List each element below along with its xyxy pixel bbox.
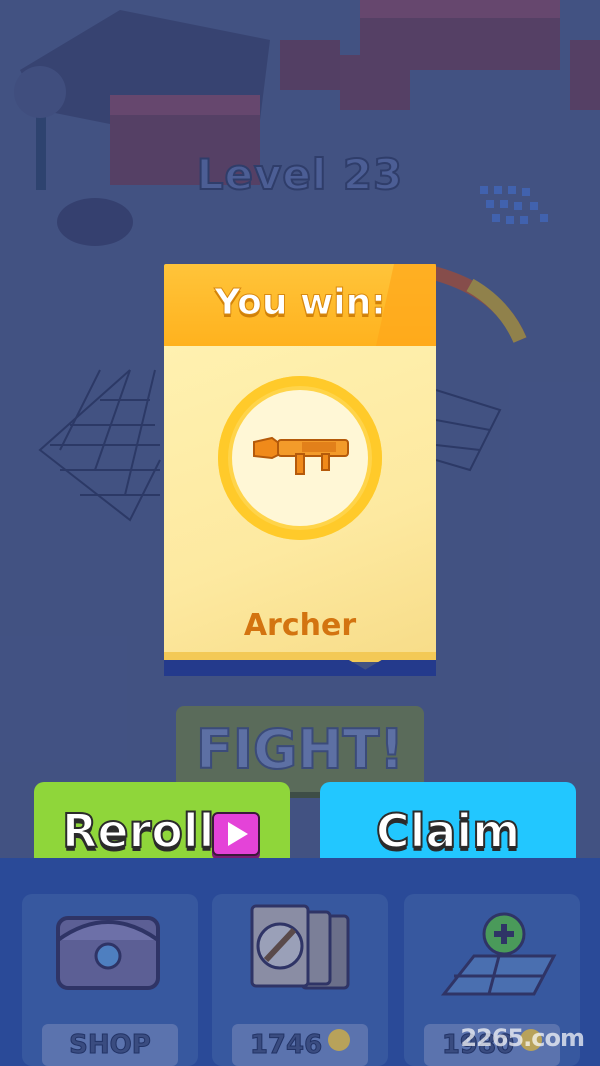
watermark: 2265.com [460, 1024, 585, 1052]
reward-card-title: You win: [214, 282, 386, 324]
shop-label-box: SHOP [42, 1024, 178, 1066]
shop-label: SHOP [69, 1030, 152, 1061]
card-bottom-border [164, 660, 436, 676]
fight-button: FIGHT! [176, 706, 424, 792]
reward-card: You win: Archer [164, 264, 436, 676]
reward-item-name: Archer [243, 608, 357, 643]
cards-slot: 1746 [212, 894, 388, 1066]
claim-button-label: Claim [375, 803, 521, 859]
reward-medal-inner [232, 390, 368, 526]
shop-slot: SHOP [22, 894, 198, 1066]
reward-card-body: Archer [164, 346, 436, 660]
reward-medal [218, 376, 382, 540]
level-title: Level 23 [196, 149, 404, 200]
rocket-launcher-icon [253, 436, 349, 475]
reward-card-header: You win: [164, 264, 436, 346]
sword-cards-icon [250, 904, 350, 990]
add-tile-icon [440, 912, 557, 996]
cards-price-box: 1746 [232, 1024, 368, 1066]
coin-icon [328, 1028, 351, 1051]
cards-price: 1746 [249, 1030, 323, 1061]
play-video-icon [212, 812, 260, 856]
chest-icon [56, 916, 160, 990]
fight-button-label: FIGHT! [195, 717, 405, 782]
reroll-button-label: Reroll [61, 803, 215, 859]
